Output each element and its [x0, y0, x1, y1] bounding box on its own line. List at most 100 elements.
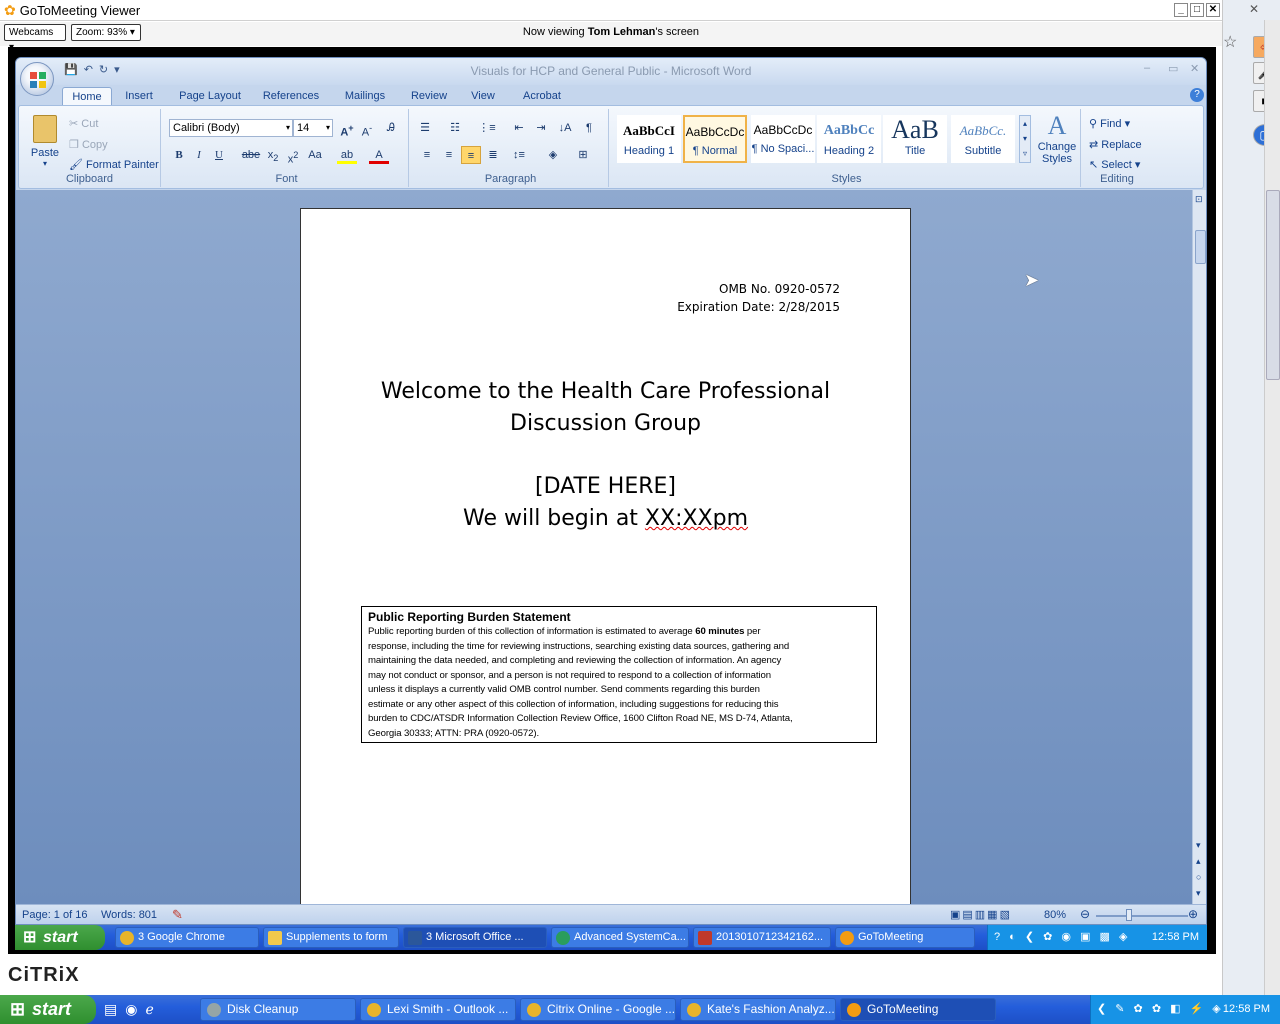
- remote-start-button[interactable]: ⊞ start: [15, 925, 105, 950]
- grow-font-icon[interactable]: A+: [337, 119, 357, 139]
- line-spacing-icon[interactable]: ↕≡: [509, 146, 529, 164]
- ie-icon[interactable]: ℯ: [145, 1001, 161, 1017]
- change-case-button[interactable]: Aa: [305, 146, 325, 164]
- remote-taskbar-item[interactable]: 3 Microsoft Office ...: [403, 927, 547, 948]
- copy-button[interactable]: ❐ Copy: [69, 138, 108, 151]
- proofing-icon[interactable]: ✎: [172, 907, 183, 923]
- local-taskbar-item[interactable]: Lexi Smith - Outlook ...: [360, 998, 516, 1021]
- tab-review[interactable]: Review: [404, 87, 454, 106]
- page-count[interactable]: Page: 1 of 16: [22, 909, 87, 921]
- strikethrough-button[interactable]: abe: [241, 146, 261, 164]
- zoom-slider-thumb[interactable]: [1126, 909, 1132, 921]
- clock[interactable]: 12:58 PM: [1223, 995, 1270, 1024]
- undo-icon[interactable]: ↶: [84, 63, 93, 79]
- clear-formatting-icon[interactable]: Ꭿ: [381, 119, 401, 137]
- zoom-level[interactable]: 80%: [1044, 909, 1066, 921]
- zoom-dropdown[interactable]: Zoom: 93% ▾: [71, 24, 141, 41]
- remote-clock[interactable]: 12:58 PM: [1152, 925, 1199, 950]
- previous-page-icon[interactable]: ▴: [1196, 856, 1201, 867]
- align-left-icon[interactable]: ≡: [417, 146, 437, 164]
- remote-taskbar-item[interactable]: Advanced SystemCa...: [551, 927, 689, 948]
- decrease-indent-icon[interactable]: ⇤: [509, 119, 529, 137]
- replace-button[interactable]: ⇄ Replace: [1089, 138, 1142, 151]
- style-no-spacing[interactable]: AaBbCcDc ¶ No Spaci...: [751, 115, 815, 163]
- close-button[interactable]: ✕: [1206, 3, 1220, 17]
- desktop-icon[interactable]: ▤: [104, 1001, 125, 1017]
- help-icon[interactable]: ?: [1190, 88, 1204, 102]
- zoom-slider[interactable]: [1096, 915, 1188, 917]
- webcams-dropdown[interactable]: Webcams ▾: [4, 24, 66, 53]
- scroll-down-icon[interactable]: ▾: [1196, 840, 1201, 851]
- word-minimize-button[interactable]: –: [1144, 62, 1150, 74]
- style-heading-2[interactable]: AaBbCc Heading 2: [817, 115, 881, 163]
- zoom-in-icon[interactable]: ⊕: [1188, 907, 1198, 921]
- customize-qat-icon[interactable]: ▾: [114, 63, 120, 79]
- maximize-button[interactable]: □: [1190, 3, 1204, 17]
- save-icon[interactable]: 💾: [64, 63, 78, 79]
- format-painter-button[interactable]: 🖌 Format Painter: [69, 158, 159, 171]
- tab-mailings[interactable]: Mailings: [336, 87, 394, 106]
- start-button[interactable]: ⊞ start: [0, 995, 96, 1024]
- justify-icon[interactable]: ≣: [483, 146, 503, 164]
- find-button[interactable]: ⚲ Find ▾: [1089, 117, 1130, 130]
- style-subtitle[interactable]: AaBbCc. Subtitle: [951, 115, 1015, 163]
- select-button[interactable]: ↖ Select ▾: [1089, 158, 1140, 171]
- word-count[interactable]: Words: 801: [101, 909, 157, 921]
- style-title[interactable]: AaB Title: [883, 115, 947, 163]
- font-color-icon[interactable]: A: [369, 146, 389, 164]
- subscript-button[interactable]: x2: [263, 146, 283, 164]
- zoom-out-icon[interactable]: ⊖: [1080, 907, 1090, 921]
- style-heading-1[interactable]: AaBbCcI Heading 1: [617, 115, 681, 163]
- remote-taskbar-item[interactable]: GoToMeeting: [835, 927, 975, 948]
- bold-button[interactable]: B: [169, 146, 189, 164]
- italic-button[interactable]: I: [189, 146, 209, 164]
- sort-icon[interactable]: ↓A: [555, 119, 575, 137]
- next-page-icon[interactable]: ▾: [1196, 888, 1201, 899]
- chrome-icon[interactable]: ◉: [125, 1001, 145, 1017]
- local-taskbar-item[interactable]: GoToMeeting: [840, 998, 996, 1021]
- bookmark-icon[interactable]: ☆: [1223, 32, 1237, 52]
- tab-page-layout[interactable]: Page Layout: [172, 87, 248, 106]
- browse-object-icon[interactable]: ○: [1196, 872, 1201, 882]
- local-taskbar-item[interactable]: Disk Cleanup: [200, 998, 356, 1021]
- side-scroll-thumb[interactable]: [1266, 190, 1280, 380]
- shrink-font-icon[interactable]: A-: [357, 119, 377, 139]
- bullets-icon[interactable]: ☰: [415, 119, 435, 137]
- remote-taskbar-item[interactable]: 2013010712342162...: [693, 927, 831, 948]
- tab-references[interactable]: References: [258, 87, 324, 106]
- cut-button[interactable]: ✂ Cut: [69, 117, 98, 130]
- document-page[interactable]: OMB No. 0920-0572 Expiration Date: 2/28/…: [300, 208, 911, 908]
- font-size-dropdown[interactable]: 14 ▾: [293, 119, 333, 137]
- paste-button[interactable]: Paste ▾: [25, 113, 65, 171]
- underline-button[interactable]: U: [209, 146, 229, 164]
- multilevel-list-icon[interactable]: ⋮≡: [477, 119, 497, 137]
- highlight-icon[interactable]: ab: [337, 146, 357, 164]
- increase-indent-icon[interactable]: ⇥: [531, 119, 551, 137]
- tray-icons[interactable]: ❮ ✎ ✿ ✿ ◧ ⚡ ◈: [1097, 995, 1224, 1024]
- word-restore-button[interactable]: ▭: [1168, 62, 1178, 75]
- tab-home[interactable]: Home: [62, 87, 112, 106]
- tray-icons[interactable]: ? ◐ ❮ ✿ ◉ ▣ ▩ ◈: [994, 925, 1130, 950]
- align-right-icon[interactable]: ≡: [461, 146, 481, 164]
- borders-icon[interactable]: ⊞: [573, 146, 593, 164]
- styles-scroll-icon[interactable]: ▴ ▾ ▿: [1019, 115, 1031, 163]
- tab-insert[interactable]: Insert: [118, 87, 160, 106]
- local-taskbar-item[interactable]: Kate's Fashion Analyz...: [680, 998, 836, 1021]
- tab-acrobat[interactable]: Acrobat: [514, 87, 570, 106]
- vertical-scrollbar[interactable]: ⊡ ▾ ▴ ○ ▾: [1192, 190, 1206, 904]
- change-styles-button[interactable]: A Change Styles: [1037, 111, 1077, 165]
- show-marks-icon[interactable]: ¶: [579, 119, 599, 137]
- ruler-toggle-icon[interactable]: ⊡: [1195, 194, 1203, 205]
- align-center-icon[interactable]: ≡: [439, 146, 459, 164]
- font-name-dropdown[interactable]: Calibri (Body) ▾: [169, 119, 293, 137]
- remote-taskbar-item[interactable]: Supplements to form: [263, 927, 399, 948]
- tab-view[interactable]: View: [462, 87, 504, 106]
- side-close-icon[interactable]: ✕: [1249, 2, 1259, 16]
- minimize-button[interactable]: _: [1174, 3, 1188, 17]
- superscript-button[interactable]: x2: [283, 146, 303, 166]
- numbering-icon[interactable]: ☷: [445, 119, 465, 137]
- vertical-scroll-thumb[interactable]: [1195, 230, 1206, 264]
- remote-taskbar-item[interactable]: 3 Google Chrome: [115, 927, 259, 948]
- style-normal[interactable]: AaBbCcDc ¶ Normal: [683, 115, 747, 163]
- document-area[interactable]: OMB No. 0920-0572 Expiration Date: 2/28/…: [16, 190, 1192, 908]
